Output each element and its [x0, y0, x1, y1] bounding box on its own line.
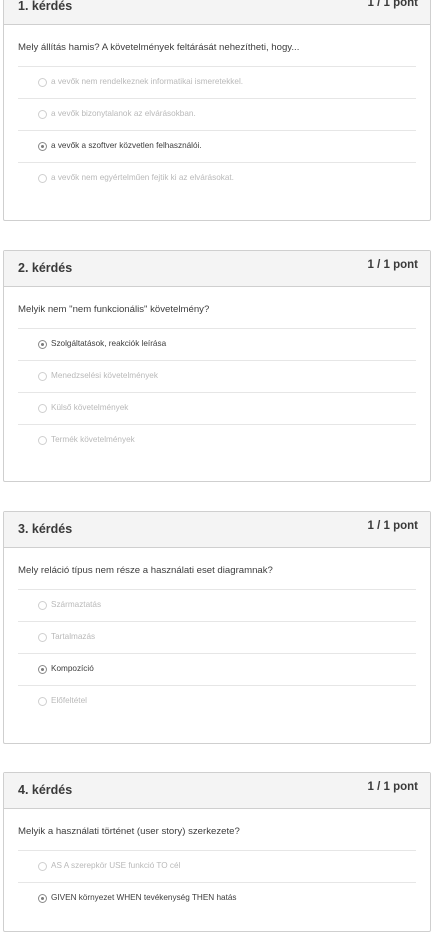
answer-label: a vevők nem rendelkeznek informatikai is…	[51, 77, 244, 86]
answer-label: Termék követelmények	[51, 435, 135, 444]
answer-label: Származtatás	[51, 600, 102, 609]
question-text: Melyik a használati történet (user story…	[18, 826, 240, 837]
answer-label: a vevők bizonytalanok az elvárásokban.	[51, 109, 196, 118]
question-number: 1. kérdés	[18, 0, 73, 13]
answer-option-selected[interactable]: GIVEN környezet WHEN tevékenység THEN ha…	[18, 882, 416, 914]
radio-icon[interactable]	[38, 174, 47, 183]
answer-option[interactable]: AS A szerepkör USE funkció TO cél	[18, 850, 416, 882]
answer-option[interactable]: a vevők nem rendelkeznek informatikai is…	[18, 66, 416, 98]
answer-option-selected[interactable]: Kompozíció	[18, 653, 416, 685]
question-header: 2. kérdés 1 / 1 pont	[4, 251, 430, 287]
answer-label: Menedzselési követelmények	[51, 371, 158, 380]
answer-label: GIVEN környezet WHEN tevékenység THEN ha…	[51, 893, 237, 902]
answer-label: Szolgáltatások, reakciók leírása	[51, 339, 167, 348]
answer-option[interactable]: Előfeltétel	[18, 685, 416, 717]
radio-icon[interactable]	[38, 78, 47, 87]
question-card-4: 4. kérdés 1 / 1 pont Melyik a használati…	[3, 772, 431, 932]
radio-icon[interactable]	[38, 697, 47, 706]
answer-label: Előfeltétel	[51, 696, 87, 705]
question-number: 4. kérdés	[18, 783, 73, 797]
question-text: Mely reláció típus nem része a használat…	[18, 565, 273, 576]
question-score: 1 / 1 pont	[367, 0, 418, 9]
question-card-3: 3. kérdés 1 / 1 pont Mely reláció típus …	[3, 511, 431, 744]
answer-option[interactable]: a vevők nem egyértelműen fejtik ki az el…	[18, 162, 416, 194]
answer-label: a vevők a szoftver közvetlen felhasználó…	[51, 141, 202, 150]
answer-options: Származtatás Tartalmazás Kompozíció Előf…	[18, 589, 416, 717]
answer-label: Külső követelmények	[51, 403, 129, 412]
radio-icon[interactable]	[38, 436, 47, 445]
answer-option[interactable]: Tartalmazás	[18, 621, 416, 653]
radio-icon[interactable]	[38, 404, 47, 413]
answer-option[interactable]: Termék követelmények	[18, 424, 416, 456]
answer-option[interactable]: a vevők bizonytalanok az elvárásokban.	[18, 98, 416, 130]
question-score: 1 / 1 pont	[367, 259, 418, 271]
question-score: 1 / 1 pont	[367, 520, 418, 532]
question-header: 1. kérdés 1 / 1 pont	[4, 0, 430, 25]
question-score: 1 / 1 pont	[367, 781, 418, 793]
answer-options: a vevők nem rendelkeznek informatikai is…	[18, 66, 416, 194]
answer-option-selected[interactable]: a vevők a szoftver közvetlen felhasználó…	[18, 130, 416, 162]
answer-label: Kompozíció	[51, 664, 94, 673]
answer-options: AS A szerepkör USE funkció TO cél GIVEN …	[18, 850, 416, 914]
radio-selected-icon[interactable]	[38, 665, 47, 674]
answer-option-selected[interactable]: Szolgáltatások, reakciók leírása	[18, 328, 416, 360]
question-number: 2. kérdés	[18, 261, 73, 275]
radio-icon[interactable]	[38, 372, 47, 381]
answer-option[interactable]: Menedzselési követelmények	[18, 360, 416, 392]
radio-icon[interactable]	[38, 601, 47, 610]
question-text: Melyik nem "nem funkcionális" követelmén…	[18, 304, 210, 315]
question-header: 3. kérdés 1 / 1 pont	[4, 512, 430, 548]
radio-selected-icon[interactable]	[38, 894, 47, 903]
question-number: 3. kérdés	[18, 522, 73, 536]
question-header: 4. kérdés 1 / 1 pont	[4, 773, 430, 809]
answer-option[interactable]: Külső követelmények	[18, 392, 416, 424]
radio-icon[interactable]	[38, 862, 47, 871]
radio-selected-icon[interactable]	[38, 340, 47, 349]
question-card-1: 1. kérdés 1 / 1 pont Mely állítás hamis?…	[3, 0, 431, 221]
question-text: Mely állítás hamis? A követelmények felt…	[18, 42, 300, 53]
answer-options: Szolgáltatások, reakciók leírása Menedzs…	[18, 328, 416, 456]
answer-option[interactable]: Származtatás	[18, 589, 416, 621]
radio-selected-icon[interactable]	[38, 142, 47, 151]
radio-icon[interactable]	[38, 633, 47, 642]
answer-label: AS A szerepkör USE funkció TO cél	[51, 861, 181, 870]
answer-label: a vevők nem egyértelműen fejtik ki az el…	[51, 173, 234, 182]
answer-label: Tartalmazás	[51, 632, 96, 641]
question-card-2: 2. kérdés 1 / 1 pont Melyik nem "nem fun…	[3, 250, 431, 482]
radio-icon[interactable]	[38, 110, 47, 119]
